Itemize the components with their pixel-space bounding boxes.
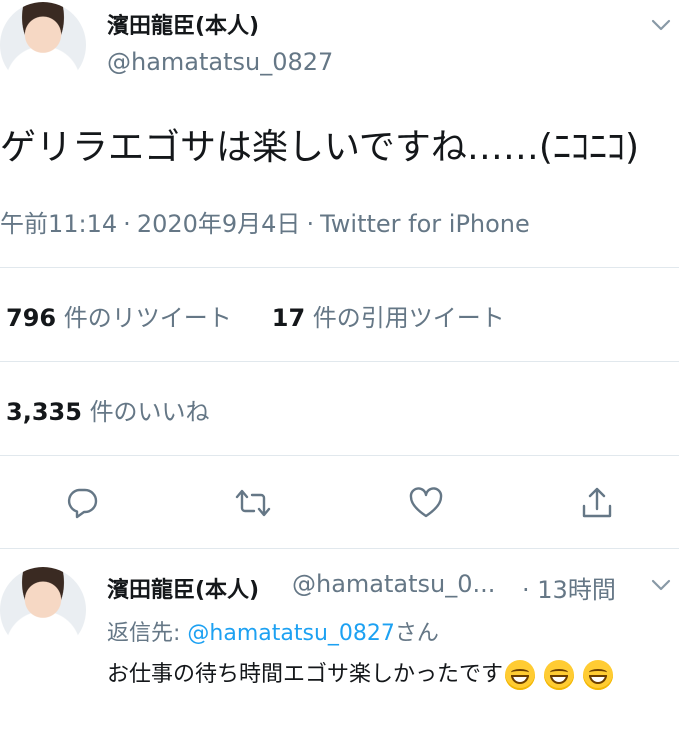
heart-icon <box>409 487 443 518</box>
share-button[interactable] <box>577 483 617 523</box>
quotes-link[interactable]: 17 件の引用ツイート <box>272 304 505 332</box>
meta-separator: · <box>306 210 315 238</box>
meta-separator: · <box>123 210 131 238</box>
tweet-time: 午前11:14 <box>0 210 118 238</box>
chevron-down-icon[interactable] <box>650 14 672 36</box>
retweets-link[interactable]: 796 件のリツイート <box>6 304 232 332</box>
reply-to-handle-link[interactable]: @hamatatsu_0827 <box>187 621 394 646</box>
reply-button[interactable] <box>62 483 102 523</box>
divider <box>0 548 679 549</box>
retweet-label: 件のリツイート <box>63 304 232 332</box>
divider <box>0 455 679 456</box>
grinning-face-emoji-icon <box>583 660 614 690</box>
retweet-button[interactable] <box>233 483 273 523</box>
grinning-face-emoji-icon <box>505 660 536 690</box>
chevron-down-icon[interactable] <box>650 574 672 596</box>
author-avatar[interactable] <box>0 2 86 88</box>
reply-timestamp: · 13時間 <box>522 570 616 605</box>
reply-to-suffix: さん <box>394 621 439 646</box>
like-label: 件のいいね <box>89 398 210 426</box>
retweet-count: 796 <box>6 304 57 332</box>
quote-count: 17 <box>271 304 306 332</box>
reply-time: 13時間 <box>537 576 616 604</box>
tweet-meta: 午前11:14 · 2020年9月4日 · Twitter for iPhone <box>0 204 530 239</box>
like-count: 3,335 <box>6 398 82 426</box>
tweet-source[interactable]: Twitter for iPhone <box>320 210 530 238</box>
retweet-icon <box>235 489 271 517</box>
tweet-text: ゲリラエゴサは楽しいですね……(ﾆｺﾆｺ) <box>0 127 640 168</box>
tweet-detail-page: 濱田龍臣(本人) @hamatatsu_0827 ゲリラエゴサは楽しいですね……… <box>0 0 679 732</box>
tweet-date: 2020年9月4日 <box>136 210 301 238</box>
author-name[interactable]: 濱田龍臣(本人) <box>107 8 259 40</box>
reply-icon <box>67 488 98 519</box>
grinning-face-emoji-icon <box>544 660 575 690</box>
reply-author-handle[interactable]: @hamatatsu_0... <box>292 570 495 598</box>
replying-to: 返信先: @hamatatsu_0827さん <box>107 615 439 647</box>
share-icon <box>582 487 612 518</box>
reply-text: お仕事の待ち時間エゴサ楽しかったです <box>107 657 667 693</box>
likes-link[interactable]: 3,335 件のいいね <box>6 392 210 427</box>
quote-label: 件の引用ツイート <box>312 304 505 332</box>
reply-author-avatar[interactable] <box>0 567 86 653</box>
divider <box>0 267 679 268</box>
divider <box>0 361 679 362</box>
reply-text-content: お仕事の待ち時間エゴサ楽しかったです <box>107 662 504 687</box>
reply-to-label: 返信先: <box>107 621 181 646</box>
like-button[interactable] <box>406 483 446 523</box>
reply-separator: · <box>522 576 530 604</box>
stats-row: 796 件のリツイート 17 件の引用ツイート <box>6 298 505 333</box>
reply-author-name[interactable]: 濱田龍臣(本人) <box>107 572 259 604</box>
author-handle[interactable]: @hamatatsu_0827 <box>107 48 333 76</box>
